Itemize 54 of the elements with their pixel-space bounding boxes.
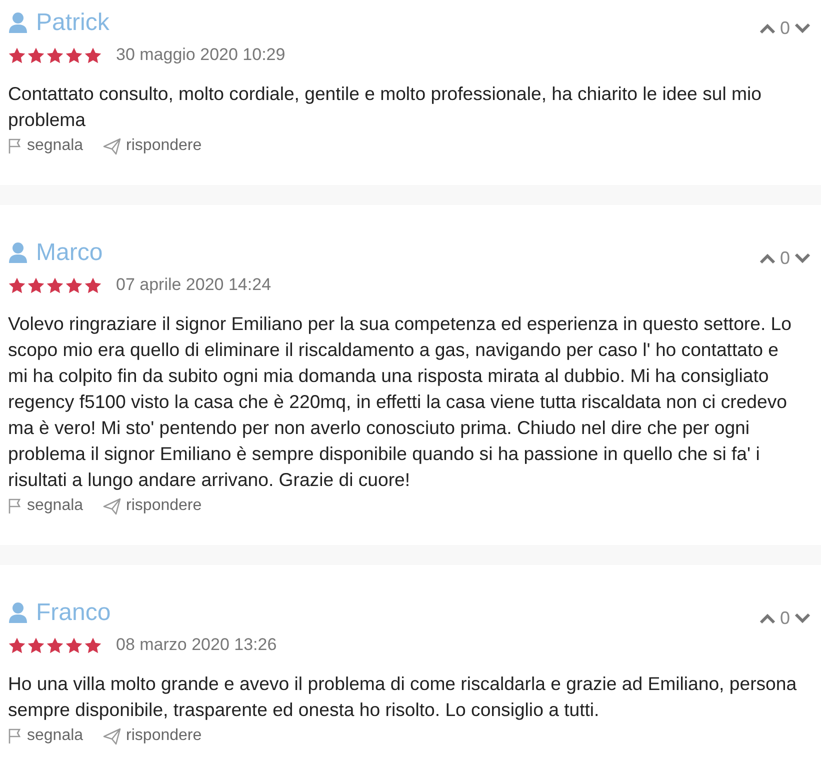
flag-icon xyxy=(8,728,22,744)
star-icon xyxy=(65,636,83,654)
star-icon xyxy=(65,46,83,64)
reply-link[interactable]: rispondere xyxy=(103,727,202,745)
star-icon xyxy=(8,276,26,294)
review-text: Ho una villa molto grande e avevo il problema di come riscaldarla e grazie ad Emiliano, persona sempre disponibile, trasparente ed onesta ho risolto. Lo consiglio a tutti. xyxy=(8,672,798,722)
review-date: 08 marzo 2020 13:26 xyxy=(116,635,277,655)
reply-link[interactable]: rispondere xyxy=(103,137,202,155)
star-icon xyxy=(84,276,102,294)
user-icon xyxy=(8,242,28,264)
chevron-down-icon xyxy=(794,253,811,264)
review-date: 30 maggio 2020 10:29 xyxy=(116,45,286,65)
reviewer-name: Marco xyxy=(36,238,103,266)
star-icon xyxy=(8,46,26,64)
chevron-up-icon xyxy=(758,253,776,264)
reply-link[interactable]: rispondere xyxy=(103,497,202,515)
downvote-button[interactable] xyxy=(794,613,811,624)
report-link[interactable]: segnala xyxy=(8,727,84,745)
report-link[interactable]: segnala xyxy=(8,497,84,515)
paper-plane-icon xyxy=(103,728,122,744)
chevron-down-icon xyxy=(794,613,811,624)
reviewer-name: Patrick xyxy=(36,8,110,36)
star-icon xyxy=(27,46,45,64)
chevron-up-icon xyxy=(758,23,776,34)
review-text: Contattato consulto, molto cordiale, gentile e molto professionale, ha chiarito le idee sul mio problema xyxy=(8,82,762,132)
star-icon xyxy=(8,636,26,654)
user-icon xyxy=(8,12,28,34)
vote-count: 0 xyxy=(780,248,790,269)
reviewer-name: Franco xyxy=(36,598,111,626)
upvote-button[interactable] xyxy=(758,253,776,264)
flag-icon xyxy=(8,138,22,154)
report-link[interactable]: segnala xyxy=(8,137,84,155)
star-icon xyxy=(84,46,102,64)
chevron-up-icon xyxy=(758,613,776,624)
star-icon xyxy=(46,46,64,64)
flag-icon xyxy=(8,498,22,514)
downvote-button[interactable] xyxy=(794,23,811,34)
chevron-down-icon xyxy=(794,23,811,34)
star-icon xyxy=(84,636,102,654)
star-icon xyxy=(65,276,83,294)
upvote-button[interactable] xyxy=(758,613,776,624)
star-icon xyxy=(46,636,64,654)
review-date: 07 aprile 2020 14:24 xyxy=(116,275,272,295)
star-icon xyxy=(27,636,45,654)
downvote-button[interactable] xyxy=(794,253,811,264)
star-icon xyxy=(46,276,64,294)
paper-plane-icon xyxy=(103,498,122,514)
star-icon xyxy=(27,276,45,294)
review-text: Volevo ringraziare il signor Emiliano per la sua competenza ed esperienza in questo settore. Lo scopo mio era quello di eliminare il riscaldamento a gas, navigando per caso l' ho contattato e mi ha colpito fin da subito ogni mia domanda una risposta mirata al dubbio. Mi ha consigliato regency f5100 visto la casa che è 220mq, in effetti la casa viene tutta riscaldata non ci credevo ma è vero! Mi sto' pentendo per non averlo conosciuto prima. Chiudo nel dire che per ogni problema il signor Emiliano è sempre disponibile quando si ha passione in quello che si fa' i risultati a lungo andare arrivano. Grazie di cuore! xyxy=(8,312,792,492)
user-icon xyxy=(8,602,28,624)
vote-count: 0 xyxy=(780,608,790,629)
vote-count: 0 xyxy=(780,18,790,39)
upvote-button[interactable] xyxy=(758,23,776,34)
paper-plane-icon xyxy=(103,138,122,154)
